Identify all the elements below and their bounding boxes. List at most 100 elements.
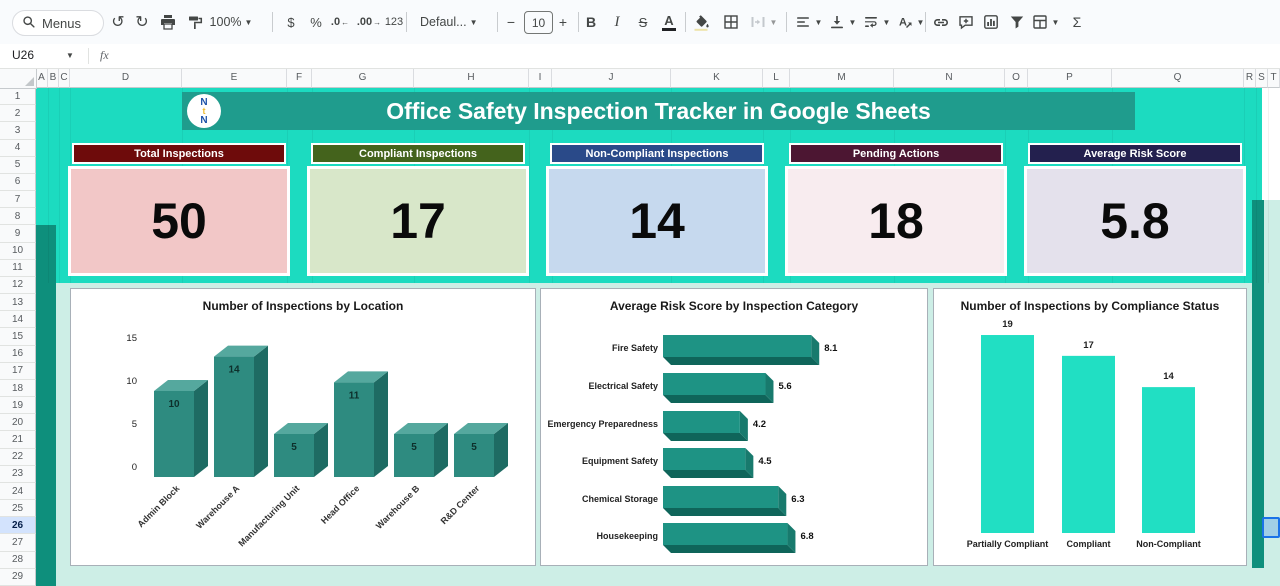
bold-button[interactable]: B	[579, 9, 603, 35]
row-header-15[interactable]: 15	[0, 328, 36, 345]
background-region	[1252, 200, 1264, 568]
chevron-down-icon[interactable]: ▼	[66, 51, 74, 60]
svg-text:Emergency Preparedness: Emergency Preparedness	[547, 419, 658, 429]
column-header-A[interactable]: A	[36, 68, 48, 88]
chart-inspections-by-location[interactable]: Number of Inspections by Location0510151…	[70, 288, 536, 566]
column-header-I[interactable]: I	[529, 68, 552, 88]
row-header-26[interactable]: 26	[0, 517, 36, 534]
row-header-5[interactable]: 5	[0, 157, 36, 174]
font-select[interactable]: Defaul...▼	[420, 9, 496, 35]
undo-icon[interactable]: ↺	[106, 9, 130, 35]
increase-decimal-button[interactable]: .00→	[357, 9, 381, 35]
decrease-decimal-button[interactable]: .0←	[328, 9, 352, 35]
row-header-3[interactable]: 3	[0, 122, 36, 139]
row-header-25[interactable]: 25	[0, 500, 36, 517]
column-header-F[interactable]: F	[287, 68, 312, 88]
chevron-down-icon: ▼	[883, 18, 891, 27]
insert-comment-icon[interactable]	[954, 9, 978, 35]
row-header-10[interactable]: 10	[0, 243, 36, 260]
row-header-7[interactable]: 7	[0, 191, 36, 208]
kpi-card-pending-actions[interactable]: Pending Actions18	[785, 143, 1007, 276]
row-header-12[interactable]: 12	[0, 277, 36, 294]
column-header-C[interactable]: C	[59, 68, 70, 88]
row-header-21[interactable]: 21	[0, 431, 36, 448]
row-header-9[interactable]: 9	[0, 225, 36, 242]
row-header-22[interactable]: 22	[0, 449, 36, 466]
horizontal-align-button[interactable]: ▼	[791, 9, 825, 35]
row-header-6[interactable]: 6	[0, 174, 36, 191]
column-header-T[interactable]: T	[1268, 68, 1280, 88]
text-rotation-button[interactable]: A▼	[893, 9, 927, 35]
kpi-label: Average Risk Score	[1028, 143, 1242, 164]
row-header-27[interactable]: 27	[0, 534, 36, 551]
percent-format-button[interactable]: %	[304, 9, 328, 35]
row-header-14[interactable]: 14	[0, 311, 36, 328]
insert-link-icon[interactable]	[929, 9, 953, 35]
kpi-card-average-risk-score[interactable]: Average Risk Score5.8	[1024, 143, 1246, 276]
borders-icon[interactable]	[719, 9, 743, 35]
column-header-M[interactable]: M	[790, 68, 894, 88]
row-header-19[interactable]: 19	[0, 397, 36, 414]
redo-icon[interactable]: ↻	[130, 9, 154, 35]
text-wrap-button[interactable]: ▼	[859, 9, 893, 35]
menus-search-button[interactable]: Menus	[12, 10, 104, 36]
row-header-29[interactable]: 29	[0, 569, 36, 586]
column-header-E[interactable]: E	[182, 68, 287, 88]
table-views-button[interactable]: ▼	[1028, 9, 1062, 35]
chart-inspections-by-compliance[interactable]: Number of Inspections by Compliance Stat…	[933, 288, 1247, 566]
currency-format-button[interactable]: $	[279, 9, 303, 35]
kpi-card-total-inspections[interactable]: Total Inspections50	[68, 143, 290, 276]
row-header-13[interactable]: 13	[0, 294, 36, 311]
strikethrough-button[interactable]: S	[631, 9, 655, 35]
column-header-Q[interactable]: Q	[1112, 68, 1244, 88]
kpi-card-non-compliant-inspections[interactable]: Non-Compliant Inspections14	[546, 143, 768, 276]
column-header-L[interactable]: L	[763, 68, 790, 88]
row-header-17[interactable]: 17	[0, 363, 36, 380]
row-header-8[interactable]: 8	[0, 208, 36, 225]
italic-button[interactable]: I	[605, 9, 629, 35]
column-header-D[interactable]: D	[70, 68, 182, 88]
column-header-N[interactable]: N	[894, 68, 1005, 88]
row-header-23[interactable]: 23	[0, 466, 36, 483]
increase-font-size-button[interactable]: +	[553, 9, 573, 35]
select-all-corner[interactable]	[0, 68, 37, 89]
svg-text:5: 5	[291, 442, 297, 453]
filter-icon[interactable]	[1005, 9, 1029, 35]
column-header-R[interactable]: R	[1244, 68, 1256, 88]
column-header-K[interactable]: K	[671, 68, 763, 88]
column-header-J[interactable]: J	[552, 68, 671, 88]
insert-chart-icon[interactable]	[979, 9, 1003, 35]
kpi-card-compliant-inspections[interactable]: Compliant Inspections17	[307, 143, 529, 276]
zoom-select[interactable]: 100%▼	[200, 9, 262, 35]
column-header-H[interactable]: H	[414, 68, 529, 88]
row-header-1[interactable]: 1	[0, 88, 36, 105]
row-header-11[interactable]: 11	[0, 260, 36, 277]
chevron-down-icon[interactable]: ▼	[766, 9, 778, 35]
print-icon[interactable]	[156, 9, 180, 35]
vertical-align-button[interactable]: ▼	[825, 9, 859, 35]
name-box[interactable]: U26	[12, 48, 34, 62]
text-color-button[interactable]: A	[657, 9, 681, 35]
column-header-O[interactable]: O	[1005, 68, 1028, 88]
number-format-button[interactable]: 123	[382, 9, 406, 35]
row-header-4[interactable]: 4	[0, 140, 36, 157]
column-header-B[interactable]: B	[48, 68, 59, 88]
row-header-20[interactable]: 20	[0, 414, 36, 431]
row-header-18[interactable]: 18	[0, 380, 36, 397]
decrease-font-size-button[interactable]: −	[501, 9, 521, 35]
fill-color-icon[interactable]	[689, 9, 713, 35]
svg-text:Electrical Safety: Electrical Safety	[588, 381, 658, 391]
column-header-S[interactable]: S	[1256, 68, 1268, 88]
ntn-logo: N t N	[187, 94, 221, 128]
font-size-input[interactable]: 10	[524, 11, 553, 34]
row-header-24[interactable]: 24	[0, 483, 36, 500]
row-header-2[interactable]: 2	[0, 105, 36, 122]
functions-button[interactable]: Σ	[1065, 9, 1089, 35]
column-header-G[interactable]: G	[312, 68, 414, 88]
row-header-16[interactable]: 16	[0, 346, 36, 363]
column-header-P[interactable]: P	[1028, 68, 1112, 88]
chart-risk-score-by-category[interactable]: Average Risk Score by Inspection Categor…	[540, 288, 928, 566]
row-header-28[interactable]: 28	[0, 552, 36, 569]
svg-text:Number of Inspections by Compl: Number of Inspections by Compliance Stat…	[961, 299, 1220, 313]
kpi-value: 17	[307, 166, 529, 276]
